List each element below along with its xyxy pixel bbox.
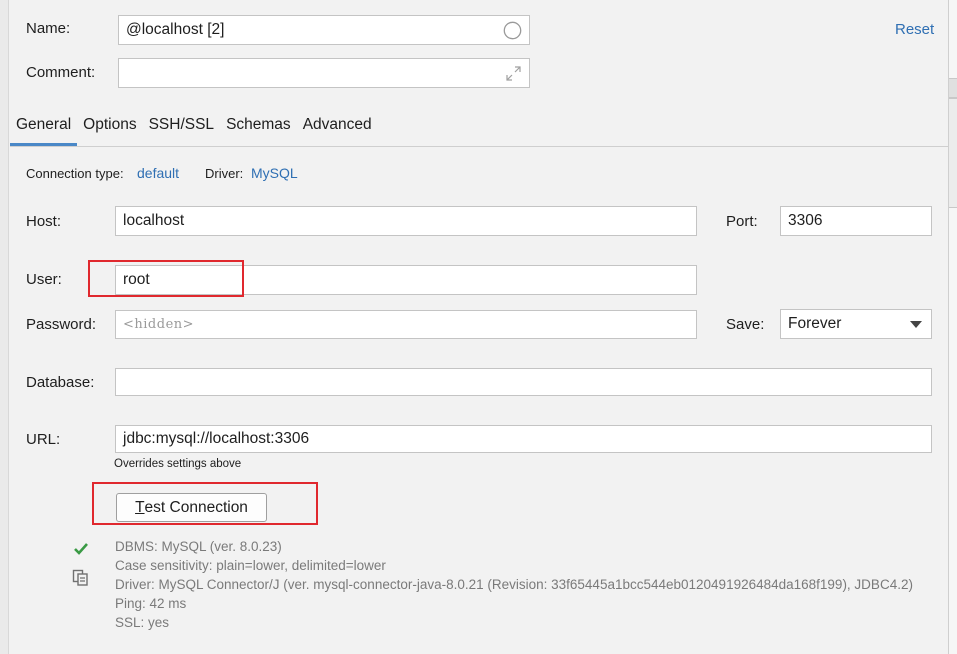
reset-link[interactable]: Reset (895, 21, 934, 38)
tab-general[interactable]: General (10, 112, 78, 146)
database-input[interactable] (115, 368, 932, 396)
right-panel-toolbar (949, 78, 957, 98)
url-input[interactable]: jdbc:mysql://localhost:3306 (115, 425, 932, 453)
port-label: Port: (726, 213, 758, 230)
comment-label: Comment: (26, 64, 96, 81)
right-panel-section (949, 98, 957, 208)
comment-input[interactable] (118, 58, 530, 88)
port-input[interactable]: 3306 (780, 206, 932, 236)
tab-bar: General Options SSH/SSL Schemas Advanced (10, 112, 378, 146)
driver-label: Driver: (205, 166, 244, 181)
copy-icon[interactable] (72, 569, 89, 587)
right-panel-edge (948, 0, 957, 654)
tab-schemas[interactable]: Schemas (220, 112, 297, 146)
driver-link[interactable]: MySQL (251, 165, 298, 181)
name-input[interactable]: @localhost [2] (118, 15, 530, 45)
url-label: URL: (26, 431, 61, 448)
host-label: Host: (26, 213, 62, 230)
status-ping: Ping: 42 ms (115, 596, 187, 611)
status-case-sensitivity: Case sensitivity: plain=lower, delimited… (115, 558, 386, 573)
connection-type-link[interactable]: default (137, 165, 179, 181)
tab-divider (10, 146, 948, 147)
status-driver: Driver: MySQL Connector/J (ver. mysql-co… (115, 577, 913, 592)
status-dbms: DBMS: MySQL (ver. 8.0.23) (115, 539, 282, 554)
user-highlight-box (88, 260, 244, 297)
database-label: Database: (26, 374, 95, 391)
url-hint: Overrides settings above (114, 458, 242, 470)
save-select-value: Forever (788, 315, 842, 332)
tab-advanced[interactable]: Advanced (297, 112, 378, 146)
name-value: @localhost [2] (126, 21, 225, 38)
tab-options[interactable]: Options (77, 112, 142, 146)
connection-type-label: Connection type: (26, 166, 124, 181)
circle-icon[interactable] (503, 21, 522, 40)
password-input[interactable]: <hidden> (115, 310, 697, 339)
status-panel: DBMS: MySQL (ver. 8.0.23) Case sensitivi… (115, 537, 935, 632)
left-panel-edge (0, 0, 9, 654)
checkmark-icon (74, 543, 88, 555)
name-label: Name: (26, 20, 71, 37)
expand-icon[interactable] (505, 65, 522, 82)
status-ssl: SSL: yes (115, 615, 170, 630)
chevron-down-icon[interactable] (910, 321, 922, 328)
user-label: User: (26, 271, 62, 288)
tab-ssh-ssl[interactable]: SSH/SSL (143, 112, 220, 146)
test-connection-highlight-box (92, 482, 318, 525)
save-select[interactable]: Forever (780, 309, 932, 339)
password-label: Password: (26, 316, 97, 333)
save-label: Save: (726, 316, 765, 333)
host-input[interactable]: localhost (115, 206, 697, 236)
